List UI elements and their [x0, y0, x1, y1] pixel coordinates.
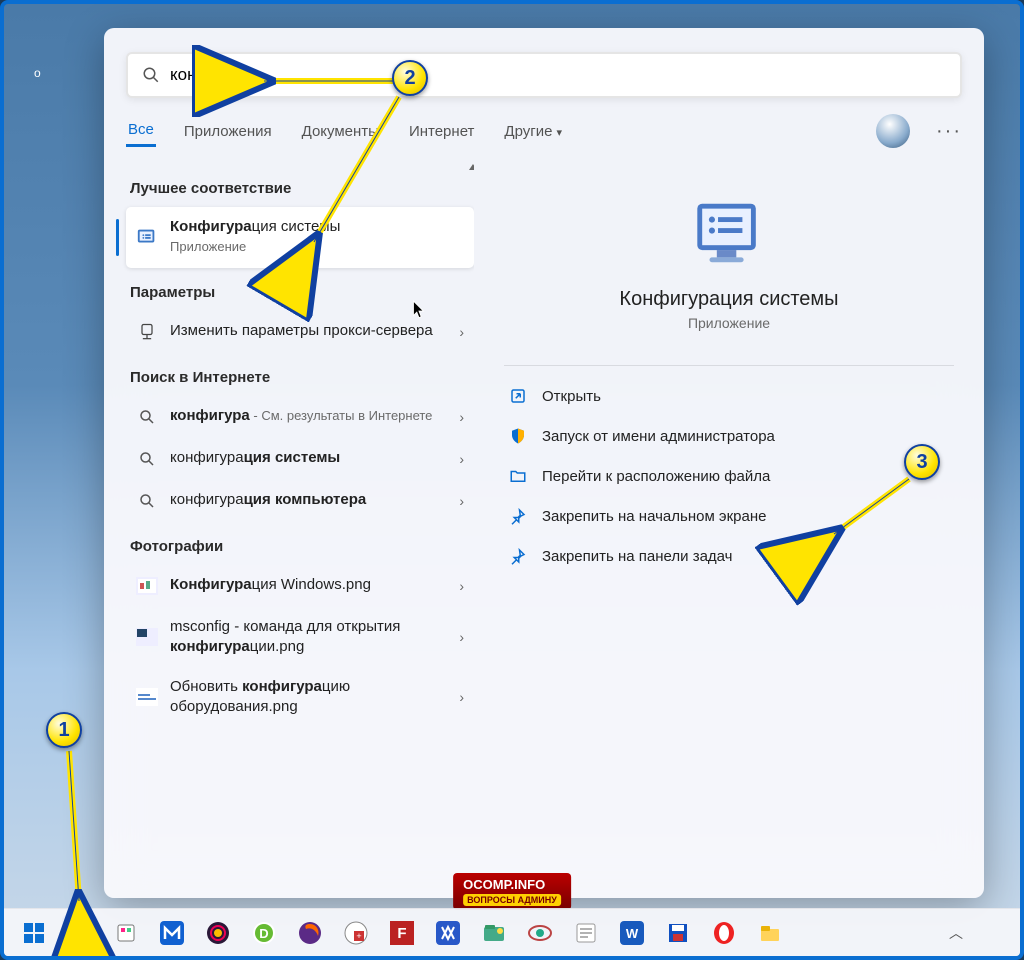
tab-all[interactable]: Все [126, 115, 156, 147]
pin-icon [508, 546, 528, 566]
action-open[interactable]: Открыть [504, 376, 954, 416]
search-tabs: Все Приложения Документы Интернет Другие… [104, 108, 984, 160]
divider [504, 365, 954, 366]
web-result-3[interactable]: конфигурация компьютера › [126, 480, 474, 522]
taskbar-app-4[interactable]: D [246, 915, 282, 951]
taskbar-app-1[interactable] [108, 915, 144, 951]
annotation-arrow-to-pin [824, 474, 924, 559]
web-result-1[interactable]: конфигура - См. результаты в Интернете › [126, 396, 474, 438]
section-web-search: Поиск в Интернете [126, 353, 474, 396]
chevron-right-icon: › [459, 629, 464, 645]
chevron-right-icon: › [459, 451, 464, 467]
chevron-right-icon: › [459, 578, 464, 594]
tab-more[interactable]: Другие▾ [502, 117, 564, 146]
photo-result-3[interactable]: Обновить конфигурацию оборудования.png › [126, 667, 474, 728]
msconfig-icon [136, 226, 158, 248]
more-options-button[interactable]: ··· [936, 120, 962, 143]
callout-badge-3: 3 [904, 444, 940, 480]
svg-text:D: D [259, 926, 268, 941]
taskbar-maxthon[interactable] [154, 915, 190, 951]
search-icon [136, 406, 158, 428]
callout-badge-2: 2 [392, 60, 428, 96]
taskbar-app-6[interactable]: + [338, 915, 374, 951]
proxy-icon [136, 321, 158, 343]
section-photos: Фотографии [126, 522, 474, 565]
taskbar-app-9[interactable] [476, 915, 512, 951]
image-thumb-icon [136, 626, 158, 648]
web-result-2[interactable]: конфигурация системы › [126, 438, 474, 480]
taskbar-save-icon[interactable] [660, 915, 696, 951]
annotation-arrow-to-bestmatch [299, 92, 419, 257]
svg-text:W: W [626, 926, 639, 941]
taskbar-firefox[interactable] [292, 915, 328, 951]
admin-shield-icon [508, 426, 528, 446]
search-icon [136, 490, 158, 512]
desktop-label-fragment: o [34, 66, 41, 80]
site-watermark: OCOMP.INFO ВОПРОСЫ АДМИНУ [453, 873, 571, 910]
pin-icon [508, 506, 528, 526]
folder-icon [508, 466, 528, 486]
action-run-as-admin[interactable]: Запуск от имени администратора [504, 416, 954, 456]
taskbar-app-7[interactable]: F [384, 915, 420, 951]
callout-badge-1: 1 [46, 712, 82, 748]
taskbar-tray-placeholder[interactable] [980, 915, 1008, 951]
taskbar-app-11[interactable] [568, 915, 604, 951]
chevron-right-icon: › [459, 493, 464, 509]
start-button[interactable] [16, 915, 52, 951]
taskbar-overflow-chevron[interactable]: ︿ [942, 915, 970, 951]
taskbar: D + F W ︿ [4, 908, 1020, 956]
mouse-cursor-icon [412, 300, 426, 320]
preview-subtitle: Приложение [688, 315, 770, 331]
open-icon [508, 386, 528, 406]
user-avatar[interactable] [876, 114, 910, 148]
results-scrollbar[interactable] [466, 160, 474, 898]
tab-apps[interactable]: Приложения [182, 117, 274, 146]
image-thumb-icon [136, 686, 158, 708]
svg-text:+: + [356, 931, 361, 941]
taskbar-opera[interactable] [706, 915, 742, 951]
search-icon [136, 448, 158, 470]
chevron-down-icon: ▾ [556, 127, 562, 139]
preview-app-icon [690, 194, 768, 272]
taskbar-app-10[interactable] [522, 915, 558, 951]
taskbar-app-8[interactable] [430, 915, 466, 951]
windows-search-panel: Все Приложения Документы Интернет Другие… [104, 28, 984, 898]
search-icon [142, 66, 160, 84]
results-column: Лучшее соответствие Конфигурация системы… [104, 160, 474, 898]
chevron-right-icon: › [459, 689, 464, 705]
svg-text:F: F [397, 925, 406, 942]
search-bar[interactable] [126, 52, 962, 98]
preview-title: Конфигурация системы [619, 288, 838, 311]
image-thumb-icon [136, 575, 158, 597]
photo-result-1[interactable]: Конфигурация Windows.png › [126, 565, 474, 607]
chevron-right-icon: › [459, 409, 464, 425]
annotation-arrow-to-taskbar-search [54, 746, 104, 921]
taskbar-word[interactable]: W [614, 915, 650, 951]
taskbar-file-explorer[interactable] [752, 915, 788, 951]
taskbar-app-3[interactable] [200, 915, 236, 951]
chevron-right-icon: › [459, 324, 464, 340]
photo-result-2[interactable]: msconfig - команда для открытия конфигур… [126, 607, 474, 668]
